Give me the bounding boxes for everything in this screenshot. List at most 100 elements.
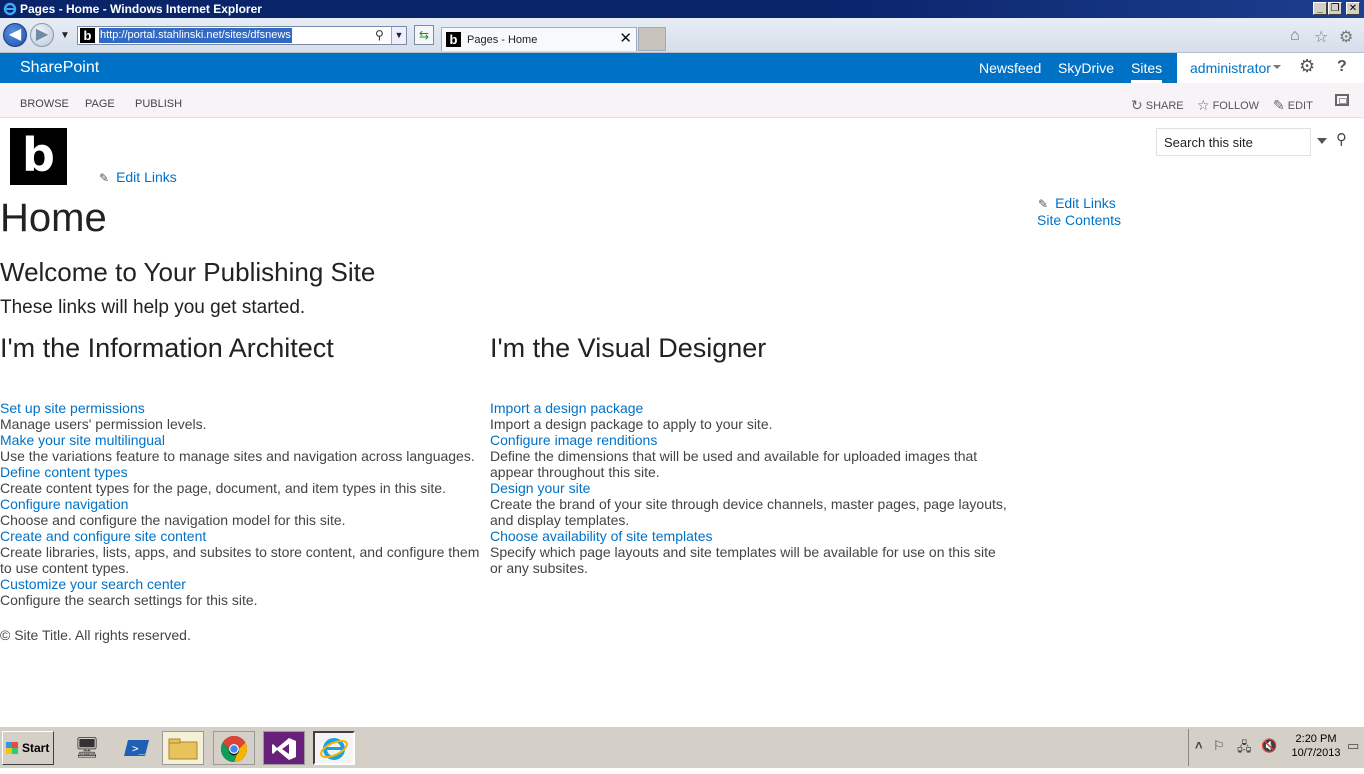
item-description: Import a design package to apply to your… [490,416,773,432]
search-icon[interactable]: ⚲ [375,27,384,44]
search-scope-dropdown-icon[interactable] [1317,138,1327,144]
column-heading: I'm the Visual Designer [490,333,767,363]
site-contents-link[interactable]: Site Contents [1037,212,1121,228]
skydrive-link[interactable]: SkyDrive [1058,60,1114,76]
user-area: administrator ⚙ ? [1177,53,1364,83]
network-icon[interactable]: 🖧 [1237,738,1252,760]
item-description: Create libraries, lists, apps, and subsi… [0,544,480,576]
home-icon[interactable]: ⌂ [1290,27,1300,45]
clock-time: 2:20 PM [1295,733,1337,745]
new-tab-button[interactable] [638,27,666,51]
search-icon[interactable]: ⚲ [1336,130,1347,148]
server-manager-icon[interactable]: 🖥 [66,731,108,765]
clock[interactable]: 2:20 PM 10/7/2013 [1283,732,1349,760]
share-button[interactable]: ↻ SHARE [1131,96,1184,113]
help-icon[interactable]: ? [1337,58,1347,76]
visual-designer-column: I'm the Visual Designer Import a design … [490,332,1010,576]
set-up-site-permissions-link[interactable]: Set up site permissions [0,400,485,416]
browser-toolbar: ◀ ▶ ▼ b http://portal.stahlinski.net/sit… [0,18,1364,53]
address-bar[interactable]: b http://portal.stahlinski.net/sites/dfs… [77,26,407,45]
sites-link[interactable]: Sites [1131,60,1163,83]
configure-navigation-link[interactable]: Configure navigation [0,496,485,512]
edit-pencil-icon: ✎ [1273,97,1285,113]
internet-explorer-icon[interactable] [313,731,355,765]
tools-gear-icon[interactable]: ⚙ [1339,27,1353,47]
windows-taskbar: Start 🖥 >_ ˄ ⚐ 🖧 🔇 ▭ 2:20 PM 10/7/2013 [0,725,1364,768]
file-explorer-icon[interactable] [162,731,204,765]
import-design-package-link[interactable]: Import a design package [490,400,1010,416]
browser-tab[interactable]: b Pages - Home ✕ [441,27,637,51]
minimize-button[interactable]: _ [1313,2,1327,15]
windows-logo-icon [6,742,18,754]
start-button[interactable]: Start [2,731,54,765]
chrome-icon[interactable] [213,731,255,765]
settings-gear-icon[interactable]: ⚙ [1299,56,1315,77]
sharepoint-brand[interactable]: SharePoint [20,59,99,77]
tab-publish[interactable]: PUBLISH [135,98,182,110]
suite-bar: SharePoint Newsfeed SkyDrive Sites admin… [0,53,1364,83]
restore-button[interactable]: ❐ [1328,2,1342,15]
configure-image-renditions-link[interactable]: Configure image renditions [490,432,1010,448]
address-dropdown-icon[interactable]: ▼ [391,27,406,44]
tab-browse[interactable]: BROWSE [20,98,69,110]
item-description: Specify which page layouts and site temp… [490,544,996,576]
customize-search-center-link[interactable]: Customize your search center [0,576,485,592]
item-description: Create content types for the page, docum… [0,480,446,496]
item-description: Define the dimensions that will be used … [490,448,978,480]
tab-page[interactable]: PAGE [85,98,115,110]
item-description: Create the brand of your site through de… [490,496,1007,528]
follow-star-icon: ☆ [1197,97,1210,113]
search-input[interactable]: Search this site [1156,128,1311,156]
show-hidden-icons-chevron-icon[interactable]: ˄ [1195,738,1203,753]
choose-site-templates-link[interactable]: Choose availability of site templates [490,528,1010,544]
pencil-icon: ✎ [99,171,110,185]
visual-studio-icon[interactable] [263,731,305,765]
item-description: Manage users' permission levels. [0,416,207,432]
newsfeed-link[interactable]: Newsfeed [979,60,1041,76]
welcome-heading: Welcome to Your Publishing Site [0,257,376,287]
ribbon: BROWSE PAGE PUBLISH ↻ SHARE ☆ FOLLOW ✎ EDIT [0,83,1364,118]
item-description: Choose and configure the navigation mode… [0,512,346,528]
close-tab-icon[interactable]: ✕ [619,28,632,50]
make-site-multilingual-link[interactable]: Make your site multilingual [0,432,485,448]
edit-label: EDIT [1287,100,1313,112]
powershell-icon[interactable]: >_ [116,731,158,765]
share-icon: ↻ [1131,97,1143,113]
tab-favicon-icon: b [446,32,461,47]
user-menu-chevron-icon[interactable] [1273,65,1281,69]
favorites-star-icon[interactable]: ☆ [1314,27,1328,47]
clock-date: 10/7/2013 [1291,747,1341,759]
site-logo[interactable]: b [10,128,67,185]
create-configure-site-content-link[interactable]: Create and configure site content [0,528,485,544]
back-button[interactable]: ◀ [3,23,27,47]
follow-label: FOLLOW [1212,100,1260,112]
compatibility-refresh-button[interactable]: ⇆ [414,25,434,45]
item-description: Configure the search settings for this s… [0,592,258,608]
quick-launch-edit-links[interactable]: ✎ Edit Links [1038,195,1116,211]
page-footer: © Site Title. All rights reserved. [0,627,191,643]
history-dropdown-icon[interactable]: ▼ [60,30,70,41]
column-heading: I'm the Information Architect [0,333,334,363]
start-label: Start [22,741,50,755]
svg-text:>_: >_ [132,742,146,755]
user-menu[interactable]: administrator [1190,60,1271,76]
action-center-flag-icon[interactable]: ⚐ [1213,738,1225,754]
ie-logo-icon [3,2,17,16]
follow-button[interactable]: ☆ FOLLOW [1197,96,1259,113]
forward-button[interactable]: ▶ [30,23,54,47]
edit-button[interactable]: ✎ EDIT [1273,96,1313,113]
window-titlebar: Pages - Home - Windows Internet Explorer… [0,0,1364,18]
site-favicon-icon: b [80,28,95,43]
top-nav-edit-links[interactable]: ✎ Edit Links [99,169,177,185]
share-label: SHARE [1145,100,1184,112]
volume-muted-icon[interactable]: 🔇 [1261,738,1277,754]
pencil-icon: ✎ [1038,197,1049,211]
design-your-site-link[interactable]: Design your site [490,480,1010,496]
close-window-button[interactable]: ✕ [1346,2,1360,15]
define-content-types-link[interactable]: Define content types [0,464,485,480]
focus-on-content-icon[interactable] [1335,94,1349,106]
tab-title: Pages - Home [467,34,538,46]
page-title: Home [0,196,107,240]
information-architect-column: I'm the Information Architect Set up sit… [0,332,485,608]
address-url[interactable]: http://portal.stahlinski.net/sites/dfsne… [99,28,292,43]
